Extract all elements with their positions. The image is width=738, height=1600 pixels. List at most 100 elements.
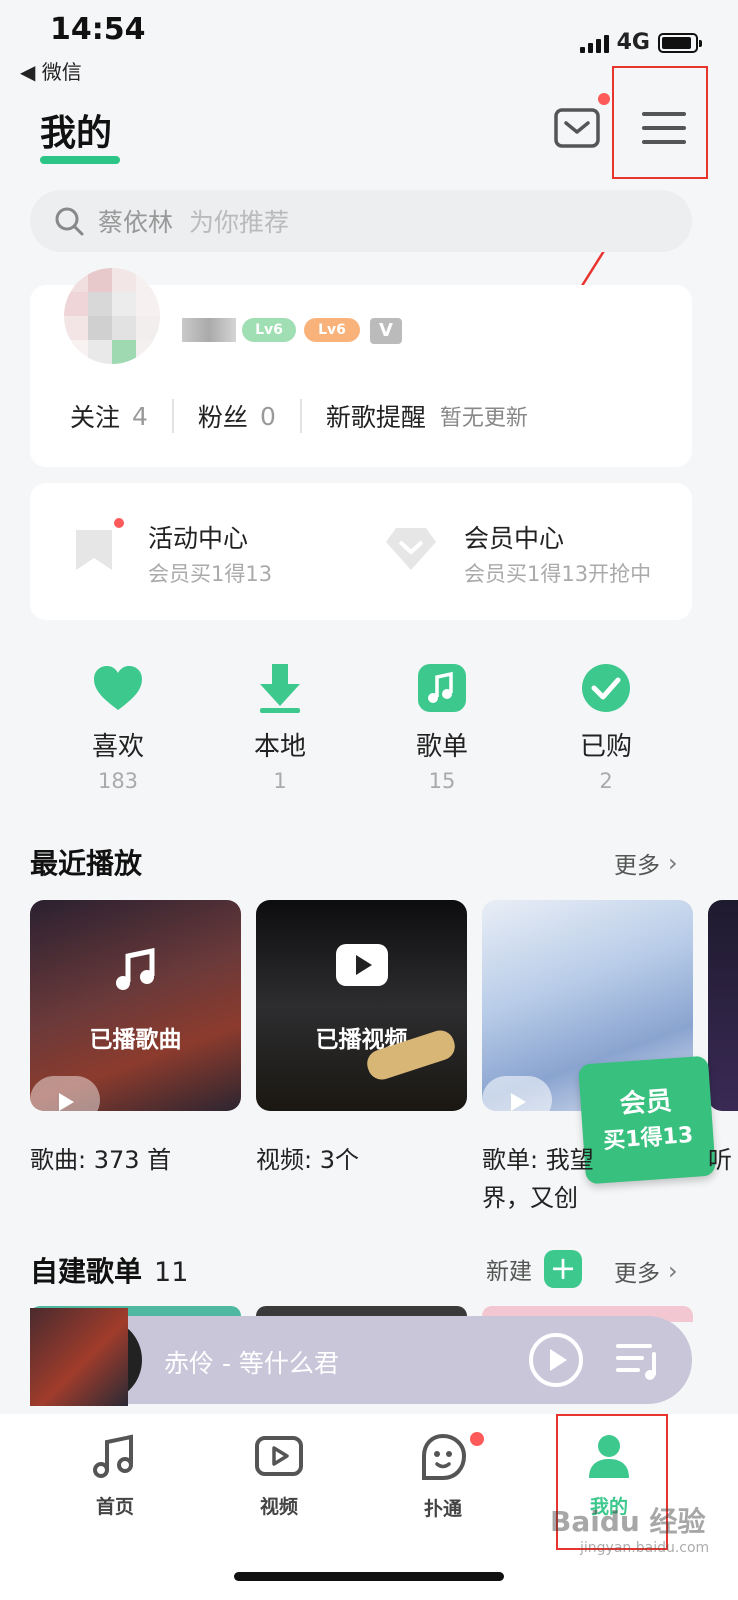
recent-more-link[interactable]: 更多 › [614, 846, 678, 880]
search-hint: 为你推荐 [189, 208, 290, 237]
quick-count: 2 [599, 769, 613, 793]
download-icon [260, 664, 300, 713]
nav-label: 扑通 [423, 1498, 462, 1520]
vip-center-title[interactable]: 会员中心 [464, 519, 564, 555]
activity-dot [114, 518, 124, 528]
notification-dot [598, 93, 610, 105]
music-note-icon [93, 1434, 133, 1478]
follow-label[interactable]: 关注 [70, 398, 120, 434]
tile-caption: 歌曲: 373 首 [30, 1146, 172, 1174]
level-badge-orange[interactable]: Lv6 [304, 318, 360, 342]
back-to-wechat[interactable]: ◀ 微信 [20, 56, 82, 85]
plus-icon: + [544, 1250, 582, 1288]
activity-center-item[interactable] [72, 526, 116, 578]
nav-label: 视频 [259, 1496, 298, 1518]
diamond-icon [386, 528, 436, 570]
playlists-title: 自建歌单 [30, 1255, 143, 1288]
new-song-alert-label[interactable]: 新歌提醒 [326, 398, 426, 434]
play-icon [59, 1093, 74, 1111]
quick-label: 喜欢 [91, 732, 144, 762]
quick-purchased[interactable]: 已购 2 [546, 660, 666, 793]
more-label: 更多 [614, 1261, 660, 1287]
tile-overlay-label: 已播歌曲 [89, 1027, 182, 1053]
tile-caption: 听 [708, 1146, 732, 1174]
annotation-box-menu [612, 66, 708, 179]
video-play-icon [255, 1436, 303, 1476]
vip-badge[interactable]: V [370, 318, 402, 344]
putong-dot [470, 1432, 484, 1446]
play-icon [511, 1093, 526, 1111]
playlist-queue-button[interactable] [616, 1340, 662, 1386]
recent-title: 最近播放 [30, 847, 143, 880]
mail-icon[interactable] [554, 108, 600, 148]
page-title: 我的 [40, 113, 113, 154]
quick-count: 183 [97, 769, 139, 793]
watermark-url: jingyan.baidu.com [580, 1540, 710, 1556]
play-circle-icon [529, 1333, 583, 1387]
battery-icon [658, 32, 702, 53]
now-playing-title: 赤伶 - 等什么君 [164, 1349, 339, 1378]
recent-videos-tile[interactable]: 已播视频 [256, 900, 467, 1111]
activity-card [30, 483, 692, 620]
divider [299, 399, 302, 433]
status-indicators: 4G [579, 30, 702, 55]
divider [171, 399, 174, 433]
vip-promo-badge[interactable]: 会员 买1得13 [577, 1055, 717, 1185]
quick-count: 15 [428, 769, 456, 793]
activity-center-title[interactable]: 活动中心 [148, 519, 248, 555]
vip-center-subtitle: 会员买1得13开抢中 [464, 562, 652, 586]
new-playlist-button[interactable]: 新建 + [486, 1250, 582, 1288]
nav-putong[interactable]: 扑通 [388, 1432, 498, 1521]
quick-label: 歌单 [415, 732, 468, 762]
signal-icon [579, 33, 609, 53]
profile-stats: 关注 4 粉丝 0 新歌提醒 暂无更新 [70, 398, 528, 434]
play-pause-button[interactable] [528, 1332, 584, 1392]
quick-label: 已购 [579, 732, 632, 762]
recent-next-tile[interactable] [708, 900, 738, 1111]
nav-label: 首页 [95, 1496, 134, 1518]
tile-caption: 视频: 3个 [256, 1146, 359, 1174]
network-type: 4G [616, 30, 650, 55]
bookmark-icon [76, 530, 112, 570]
avatar[interactable] [64, 268, 160, 364]
playlists-more-link[interactable]: 更多 › [614, 1254, 678, 1288]
video-icon [336, 944, 388, 986]
recent-songs-tile[interactable]: 已播歌曲 [30, 900, 241, 1111]
tile-caption-line2: 界，又创 [482, 1184, 578, 1212]
chevron-right-icon: › [668, 849, 678, 877]
nav-home[interactable]: 首页 [60, 1432, 170, 1519]
heart-icon [94, 666, 142, 710]
new-label: 新建 [486, 1259, 532, 1285]
fans-count: 0 [259, 401, 276, 431]
play-button[interactable] [30, 1076, 100, 1111]
quick-playlists[interactable]: 歌单 15 [382, 660, 502, 793]
search-icon [55, 207, 84, 236]
quick-label: 本地 [253, 732, 306, 762]
nav-video[interactable]: 视频 [224, 1432, 334, 1519]
music-note-icon [418, 664, 466, 712]
queue-icon [616, 1344, 656, 1380]
now-playing-cover[interactable] [30, 1308, 128, 1406]
music-note-icon [116, 948, 155, 990]
play-button[interactable] [482, 1076, 552, 1111]
more-label: 更多 [614, 853, 660, 879]
title-underline [40, 156, 120, 164]
quick-liked[interactable]: 喜欢 183 [58, 660, 178, 793]
playlists-count: 11 [154, 1257, 189, 1288]
quick-count: 1 [273, 769, 287, 793]
search-bar[interactable]: 蔡依林 为你推荐 [30, 190, 692, 252]
home-indicator [234, 1572, 504, 1581]
search-placeholder: 蔡依林 [98, 208, 174, 237]
vip-center-item[interactable] [384, 524, 438, 576]
new-song-status: 暂无更新 [439, 406, 528, 431]
activity-center-subtitle: 会员买1得13 [148, 562, 273, 586]
check-icon [582, 664, 630, 712]
watermark: Baidu 经验 [550, 1505, 706, 1538]
tile-caption: 歌单: 我望 [482, 1146, 594, 1174]
chevron-right-icon: › [668, 1257, 678, 1285]
quick-local[interactable]: 本地 1 [220, 660, 340, 793]
playlists-header: 自建歌单 11 [30, 1250, 188, 1290]
fans-label[interactable]: 粉丝 [198, 398, 248, 434]
level-badge-green[interactable]: Lv6 [242, 318, 296, 342]
status-time: 14:54 [50, 12, 146, 47]
